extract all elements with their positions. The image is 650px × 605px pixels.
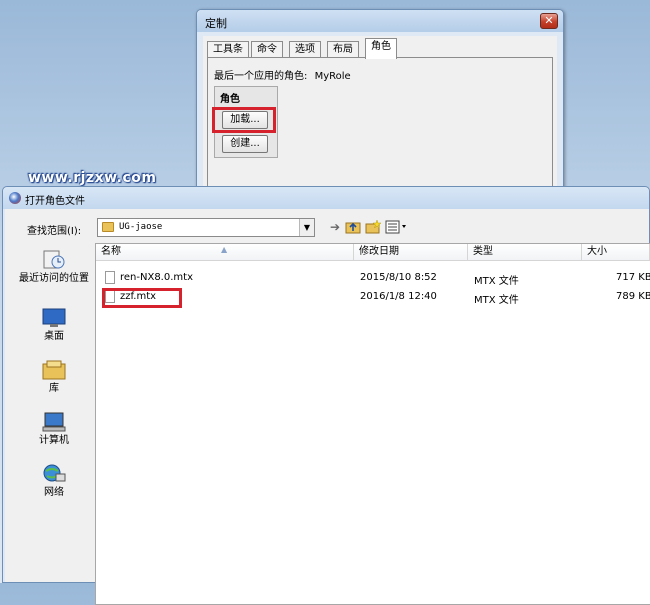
new-folder-icon[interactable] [365,219,382,235]
file-modified: 2015/8/10 8:52 [360,272,437,283]
customize-body: 工具条 命令 选项 布局 角色 最后一个应用的角色: MyRole 角色 加载.… [203,36,557,198]
app-icon [9,192,21,204]
place-label: 最近访问的位置 [19,273,89,284]
file-icon [105,271,115,284]
look-in-value: UG-jaose [119,222,163,232]
last-role-label: 最后一个应用的角色: [214,71,308,82]
file-size: 789 KB [616,291,650,302]
create-button[interactable]: 创建... [222,135,268,153]
file-modified: 2016/1/8 12:40 [360,291,437,302]
view-menu-icon[interactable] [385,219,411,235]
open-role-file-dialog: 打开角色文件 查找范围(I): UG-jaose ▼ ➔ 最近访问的位置 桌面 [2,186,650,605]
column-header-type[interactable]: 类型 [468,244,582,261]
folder-icon [102,222,114,232]
customize-dialog-title: 定制 [205,17,227,30]
customize-dialog: 定制 ✕ 工具条 命令 选项 布局 角色 最后一个应用的角色: MyRole 角… [196,9,564,199]
roles-tab-panel: 最后一个应用的角色: MyRole 角色 加载... 创建... [207,57,553,198]
libraries-icon [42,360,66,380]
place-label: 库 [49,383,59,394]
customize-title-bar[interactable]: 定制 ✕ [197,10,563,32]
column-header-size[interactable]: 大小 [582,244,650,261]
desktop-icon [42,308,66,327]
back-icon[interactable]: ➔ [327,219,343,235]
column-header-modified[interactable]: 修改日期 [354,244,468,261]
place-recent[interactable]: 最近访问的位置 [17,249,91,297]
file-row[interactable]: ren-NX8.0.mtx 2015/8/10 8:52 MTX 文件 717 … [96,269,650,287]
place-label: 计算机 [39,435,69,446]
last-role-value: MyRole [314,71,351,82]
last-role-line: 最后一个应用的角色: MyRole [214,67,351,82]
sort-arrow-icon: ▲ [221,245,228,254]
open-dialog-title-bar[interactable]: 打开角色文件 [3,187,649,209]
chevron-down-icon[interactable]: ▼ [299,219,314,236]
place-desktop[interactable]: 桌面 [17,307,91,355]
file-type: MTX 文件 [474,295,519,306]
place-network[interactable]: 网络 [17,463,91,511]
place-computer[interactable]: 计算机 [17,411,91,459]
open-dialog-title: 打开角色文件 [25,196,85,207]
zzf-file-highlight [102,288,182,308]
look-in-dropdown[interactable]: UG-jaose ▼ [97,218,315,237]
tab-options[interactable]: 选项 [289,41,321,58]
load-button-highlight [212,107,276,133]
file-type: MTX 文件 [474,276,519,287]
file-name: ren-NX8.0.mtx [120,272,193,283]
tab-toolbars[interactable]: 工具条 [207,41,249,58]
tab-commands[interactable]: 命令 [251,41,283,58]
recent-places-icon [43,250,65,269]
open-dialog-body: 查找范围(I): UG-jaose ▼ ➔ 最近访问的位置 桌面 库 计算机 网… [5,209,650,605]
site-watermark: www.rjzxw.com [28,170,157,186]
column-header-name[interactable]: ▲ 名称 [96,244,354,261]
file-size: 717 KB [616,272,650,283]
places-bar: 最近访问的位置 桌面 库 计算机 网络 [17,249,91,599]
file-list: ▲ 名称 修改日期 类型 大小 ren-NX8.0.mtx 2015/8/10 … [95,243,650,605]
place-label: 网络 [44,487,64,498]
place-libraries[interactable]: 库 [17,359,91,407]
place-label: 桌面 [44,331,64,342]
network-icon [43,464,66,482]
close-button[interactable]: ✕ [540,13,558,29]
tab-layout[interactable]: 布局 [327,41,359,58]
look-in-label: 查找范围(I): [27,226,82,237]
column-header-name-label: 名称 [101,246,121,257]
computer-icon [42,412,66,432]
role-group-title: 角色 [220,94,240,105]
tab-roles[interactable]: 角色 [365,38,397,59]
up-folder-icon[interactable] [345,219,361,235]
